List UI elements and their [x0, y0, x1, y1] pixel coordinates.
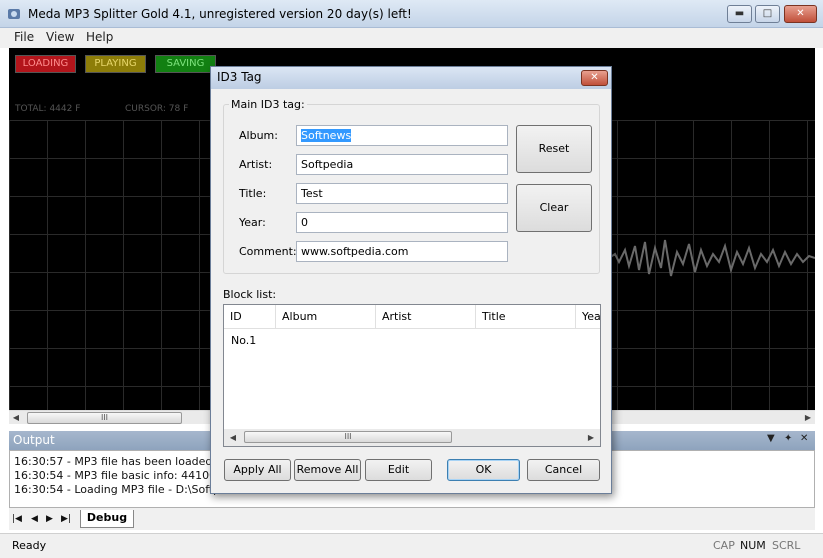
- title-label: Title:: [239, 187, 267, 200]
- comment-input[interactable]: www.softpedia.com: [296, 241, 508, 262]
- scroll-thumb[interactable]: III: [27, 412, 182, 424]
- close-button[interactable]: ✕: [784, 5, 817, 23]
- cap-indicator: CAP: [713, 539, 735, 552]
- window-title: Meda MP3 Splitter Gold 4.1, unregistered…: [28, 7, 412, 21]
- dialog-close-button[interactable]: ✕: [581, 70, 608, 86]
- list-scroll-left-icon[interactable]: ◀: [226, 431, 240, 445]
- menu-help[interactable]: Help: [86, 30, 113, 44]
- edit-button[interactable]: Edit: [365, 459, 432, 481]
- id3-tag-dialog: ID3 Tag ✕ Main ID3 tag: Album: Softnews …: [210, 66, 612, 494]
- scroll-left-arrow-icon[interactable]: ◀: [9, 411, 23, 425]
- status-text: Ready: [12, 539, 47, 552]
- cursor-frames-label: CURSOR: 78 F: [125, 104, 189, 114]
- remove-all-button[interactable]: Remove All: [294, 459, 361, 481]
- column-artist[interactable]: Artist: [376, 305, 476, 329]
- menu-file[interactable]: File: [14, 30, 34, 44]
- clear-button[interactable]: Clear: [516, 184, 592, 232]
- total-frames-label: TOTAL: 4442 F: [15, 104, 81, 114]
- album-input[interactable]: Softnews: [296, 125, 508, 146]
- next-tab-icon[interactable]: ▶: [46, 514, 53, 524]
- block-list-label: Block list:: [223, 288, 277, 301]
- output-tab-bar: |◀ ◀ ▶ ▶| Debug: [9, 508, 815, 530]
- main-id3-label: Main ID3 tag:: [229, 98, 307, 111]
- log-line: 16:30:54 - MP3 file basic info: 44100 Hz…: [14, 469, 238, 482]
- cancel-button[interactable]: Cancel: [527, 459, 600, 481]
- first-tab-icon[interactable]: |◀: [12, 514, 22, 524]
- apply-all-button[interactable]: Apply All: [224, 459, 291, 481]
- column-year[interactable]: Year: [576, 305, 600, 329]
- list-scroll-right-icon[interactable]: ▶: [584, 431, 598, 445]
- year-input[interactable]: 0: [296, 212, 508, 233]
- maximize-button[interactable]: □: [755, 5, 780, 23]
- dialog-title: ID3 Tag: [217, 70, 262, 84]
- list-scroll-thumb[interactable]: III: [244, 431, 452, 443]
- title-input[interactable]: Test: [296, 183, 508, 204]
- log-line: 16:30:57 - MP3 file has been loaded succ: [14, 455, 241, 468]
- tab-debug[interactable]: Debug: [80, 510, 134, 528]
- year-label: Year:: [239, 216, 266, 229]
- playing-indicator: PLAYING: [85, 55, 146, 73]
- comment-label: Comment:: [239, 245, 297, 258]
- album-label: Album:: [239, 129, 278, 142]
- block-list[interactable]: ID Album Artist Title Year No.1 ◀ III ▶: [223, 304, 601, 447]
- menu-bar: File View Help: [0, 28, 823, 48]
- close-panel-icon[interactable]: ✕: [800, 433, 808, 444]
- artist-label: Artist:: [239, 158, 273, 171]
- saving-indicator: SAVING: [155, 55, 216, 73]
- dropdown-icon[interactable]: ▼: [767, 433, 775, 444]
- column-id[interactable]: ID: [224, 305, 276, 329]
- last-tab-icon[interactable]: ▶|: [61, 514, 71, 524]
- ok-button[interactable]: OK: [447, 459, 520, 481]
- block-list-scrollbar[interactable]: ◀ III ▶: [224, 429, 600, 446]
- dialog-titlebar: ID3 Tag ✕: [211, 67, 611, 89]
- prev-tab-icon[interactable]: ◀: [31, 514, 38, 524]
- window-titlebar: Meda MP3 Splitter Gold 4.1, unregistered…: [0, 0, 823, 28]
- column-album[interactable]: Album: [276, 305, 376, 329]
- pin-icon[interactable]: ✦: [784, 433, 792, 444]
- minimize-button[interactable]: ▬: [727, 5, 752, 23]
- loading-indicator: LOADING: [15, 55, 76, 73]
- scrl-indicator: SCRL: [772, 539, 801, 552]
- reset-button[interactable]: Reset: [516, 125, 592, 173]
- block-list-header: ID Album Artist Title Year: [224, 305, 600, 329]
- app-icon: [8, 9, 20, 19]
- status-bar: Ready CAP NUM SCRL: [0, 533, 823, 558]
- waveform-graphic: [609, 239, 815, 277]
- output-title: Output: [13, 433, 55, 447]
- list-item[interactable]: No.1: [231, 334, 256, 347]
- album-value: Softnews: [301, 129, 352, 142]
- column-title[interactable]: Title: [476, 305, 576, 329]
- artist-input[interactable]: Softpedia: [296, 154, 508, 175]
- num-indicator: NUM: [740, 539, 766, 552]
- scroll-right-arrow-icon[interactable]: ▶: [801, 411, 815, 425]
- menu-view[interactable]: View: [46, 30, 74, 44]
